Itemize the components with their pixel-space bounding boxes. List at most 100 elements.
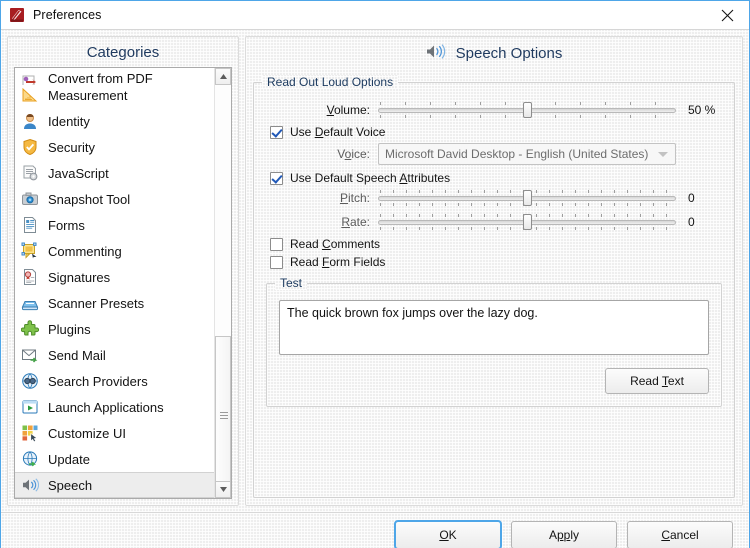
- voice-label: Voice:: [337, 147, 370, 161]
- categories-scrollbar[interactable]: [214, 68, 231, 498]
- sidebar-item-label: Forms: [48, 217, 85, 233]
- convert-from-pdf-icon: [21, 73, 39, 85]
- rate-label: Rate:: [341, 215, 370, 229]
- window-title: Preferences: [33, 8, 102, 22]
- commenting-icon: [21, 242, 39, 260]
- read-comments-row[interactable]: Read Comments: [270, 237, 722, 251]
- pitch-row: Pitch: 0: [266, 189, 722, 207]
- apply-button[interactable]: Apply: [511, 520, 617, 548]
- scrollbar-grip: [220, 412, 228, 420]
- use-default-voice-row[interactable]: Use Default Voice: [270, 125, 722, 139]
- forms-icon: [21, 216, 39, 234]
- read-form-fields-label: Read Form Fields: [290, 255, 386, 269]
- test-text-input[interactable]: [279, 300, 709, 355]
- signatures-icon: [21, 268, 39, 286]
- pitch-thumb[interactable]: [523, 190, 532, 206]
- speech-icon: [21, 476, 39, 494]
- dialog-body: Categories Convert from PDF Measurement Id…: [1, 29, 749, 512]
- close-icon[interactable]: [705, 1, 749, 29]
- use-default-speech-attributes-label: Use Default Speech Attributes: [290, 171, 451, 185]
- sidebar-item-snapshot-tool[interactable]: Snapshot Tool: [15, 186, 214, 212]
- volume-thumb[interactable]: [523, 102, 532, 118]
- javascript-icon: [21, 164, 39, 182]
- sidebar-item-label: Snapshot Tool: [48, 191, 131, 207]
- sidebar-item-label: Customize UI: [48, 425, 127, 441]
- ok-button[interactable]: OK: [394, 519, 502, 548]
- rate-thumb[interactable]: [523, 214, 532, 230]
- test-group-label: Test: [275, 276, 307, 290]
- search-providers-icon: [21, 372, 39, 390]
- sidebar-item-plugins[interactable]: Plugins: [15, 316, 214, 342]
- sidebar-item-security[interactable]: Security: [15, 134, 214, 160]
- speaker-icon: [426, 44, 448, 63]
- categories-list-wrapper: Convert from PDF Measurement Identity Secur…: [14, 67, 232, 499]
- sidebar-item-search-providers[interactable]: Search Providers: [15, 368, 214, 394]
- sidebar-item-label: Update: [48, 451, 90, 467]
- categories-panel: Categories Convert from PDF Measurement Id…: [7, 36, 239, 506]
- read-comments-label: Read Comments: [290, 237, 381, 251]
- rate-row: Rate: 0: [266, 213, 722, 231]
- title-bar: Preferences: [1, 1, 749, 29]
- volume-value: 50 %: [688, 103, 716, 117]
- volume-label: Volume:: [326, 103, 370, 117]
- sidebar-item-label: Plugins: [48, 321, 91, 337]
- use-default-speech-attributes-row[interactable]: Use Default Speech Attributes: [270, 171, 722, 185]
- categories-list[interactable]: Convert from PDF Measurement Identity Secur…: [15, 68, 214, 498]
- read-out-loud-group-label: Read Out Loud Options: [262, 75, 398, 89]
- volume-slider[interactable]: [378, 101, 676, 119]
- cancel-button[interactable]: Cancel: [627, 520, 733, 548]
- scroll-up-arrow-icon[interactable]: [215, 68, 231, 85]
- use-default-speech-attributes-checkbox[interactable]: [270, 171, 283, 185]
- sidebar-item-convert-from-pdf[interactable]: Convert from PDF: [15, 68, 214, 86]
- sidebar-item-signatures[interactable]: Signatures: [15, 264, 214, 290]
- use-default-voice-checkbox[interactable]: [270, 125, 283, 139]
- plugins-icon: [21, 320, 39, 338]
- scrollbar-thumb[interactable]: [215, 336, 231, 496]
- security-icon: [21, 138, 39, 156]
- scroll-down-arrow-icon[interactable]: [215, 481, 231, 498]
- sidebar-item-commenting[interactable]: Commenting: [15, 238, 214, 264]
- sidebar-item-label: Scanner Presets: [48, 295, 145, 311]
- voice-value: Microsoft David Desktop - English (Unite…: [385, 147, 649, 161]
- dialog-footer: OK Apply Cancel: [1, 512, 749, 548]
- rate-slider[interactable]: [378, 213, 676, 231]
- sidebar-item-label: JavaScript: [48, 165, 109, 181]
- sidebar-item-identity[interactable]: Identity: [15, 108, 214, 134]
- sidebar-item-label: Launch Applications: [48, 399, 164, 415]
- voice-row: Voice: Microsoft David Desktop - English…: [266, 143, 722, 165]
- read-form-fields-row[interactable]: Read Form Fields: [270, 255, 722, 269]
- sidebar-item-label: Convert from PDF: [48, 71, 153, 86]
- read-comments-checkbox[interactable]: [270, 237, 283, 251]
- sidebar-item-scanner-presets[interactable]: Scanner Presets: [15, 290, 214, 316]
- sidebar-item-send-mail[interactable]: Send Mail: [15, 342, 214, 368]
- sidebar-item-label: Measurement: [48, 87, 128, 103]
- customize-ui-icon: [21, 424, 39, 442]
- sidebar-item-label: Send Mail: [48, 347, 106, 363]
- voice-dropdown[interactable]: Microsoft David Desktop - English (Unite…: [378, 143, 676, 165]
- read-out-loud-group: Read Out Loud Options Volume: 50 % Use D…: [253, 75, 735, 498]
- sidebar-item-label: Security: [48, 139, 95, 155]
- send-mail-icon: [21, 346, 39, 364]
- sidebar-item-launch-applications[interactable]: Launch Applications: [15, 394, 214, 420]
- update-icon: [21, 450, 39, 468]
- measurement-icon: [21, 86, 39, 104]
- chevron-down-icon: [658, 152, 668, 157]
- launch-applications-icon: [21, 398, 39, 416]
- sidebar-item-label: Signatures: [48, 269, 111, 285]
- sidebar-item-speech[interactable]: Speech: [15, 472, 214, 498]
- scanner-presets-icon: [21, 294, 39, 312]
- pdf-xchange-icon: [9, 7, 25, 23]
- categories-header: Categories: [86, 44, 160, 61]
- sidebar-item-customize-ui[interactable]: Customize UI: [15, 420, 214, 446]
- pitch-slider[interactable]: [378, 189, 676, 207]
- read-form-fields-checkbox[interactable]: [270, 255, 283, 269]
- preferences-window: Preferences Categories Convert from PDF M…: [0, 0, 750, 548]
- rate-value: 0: [688, 215, 695, 229]
- speech-options-title: Speech Options: [455, 45, 563, 62]
- read-text-button[interactable]: Read Text: [605, 368, 709, 394]
- sidebar-item-update[interactable]: Update: [15, 446, 214, 472]
- sidebar-item-forms[interactable]: Forms: [15, 212, 214, 238]
- sidebar-item-label: Commenting: [48, 243, 122, 259]
- snapshot-tool-icon: [21, 190, 39, 208]
- sidebar-item-javascript[interactable]: JavaScript: [15, 160, 214, 186]
